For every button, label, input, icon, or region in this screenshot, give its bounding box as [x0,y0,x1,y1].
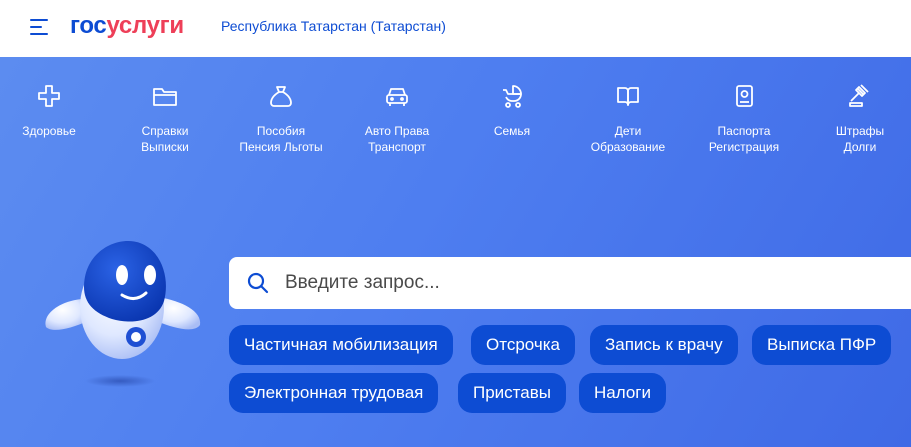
region-selector[interactable]: Республика Татарстан (Татарстан) [221,17,446,35]
chip-electronic-workbook[interactable]: Электронная трудовая [229,373,439,413]
search-icon [247,272,269,294]
logo-part-gos: гос [70,12,107,39]
health-cross-icon [38,85,60,107]
gosuslugi-logo[interactable]: госуслуги [70,11,184,41]
chip-mobilization[interactable]: Частичная мобилизация [229,325,453,365]
chip-pfr-statement[interactable]: Выписка ПФР [752,325,892,365]
category-fines[interactable]: Штрафы Долги [805,83,911,155]
book-icon [617,87,639,106]
search-bar[interactable] [229,257,911,309]
menu-icon[interactable] [30,17,52,37]
category-label: Паспорта Регистрация [708,124,780,154]
category-nav: Здоровье Справки Выписки Пособия Пенсия … [0,57,911,167]
category-label: Семья [493,124,531,138]
category-label: Пособия Пенсия Льготы [239,124,323,154]
robot-mascot [45,240,201,387]
hero-section: Здоровье Справки Выписки Пособия Пенсия … [0,57,911,447]
category-label: Авто Права Транспорт [364,124,430,154]
passport-icon [736,85,753,107]
top-header: госуслуги Республика Татарстан (Татарста… [0,0,911,57]
chip-doctor-appointment[interactable]: Запись к врачу [590,325,738,365]
search-input[interactable] [285,267,885,299]
category-certificates[interactable]: Справки Выписки [110,83,220,155]
money-bag-icon [270,86,292,107]
category-label: Здоровье [22,124,76,138]
category-family[interactable]: Семья [457,83,567,139]
logo-part-uslugi: услуги [106,12,184,39]
car-icon [386,88,408,106]
chip-taxes[interactable]: Налоги [579,373,666,413]
chip-bailiffs[interactable]: Приставы [458,373,566,413]
category-label: Справки Выписки [141,124,189,154]
category-passports[interactable]: Паспорта Регистрация [689,83,799,155]
category-label: Дети Образование [590,124,666,154]
gavel-icon [849,84,869,107]
category-label: Штрафы Долги [835,124,885,154]
chip-deferment[interactable]: Отсрочка [471,325,575,365]
folder-icon [153,88,177,106]
category-education[interactable]: Дети Образование [573,83,683,155]
category-health[interactable]: Здоровье [0,83,104,139]
category-benefits[interactable]: Пособия Пенсия Льготы [226,83,336,155]
stroller-icon [503,85,522,108]
category-transport[interactable]: Авто Права Транспорт [342,83,452,155]
